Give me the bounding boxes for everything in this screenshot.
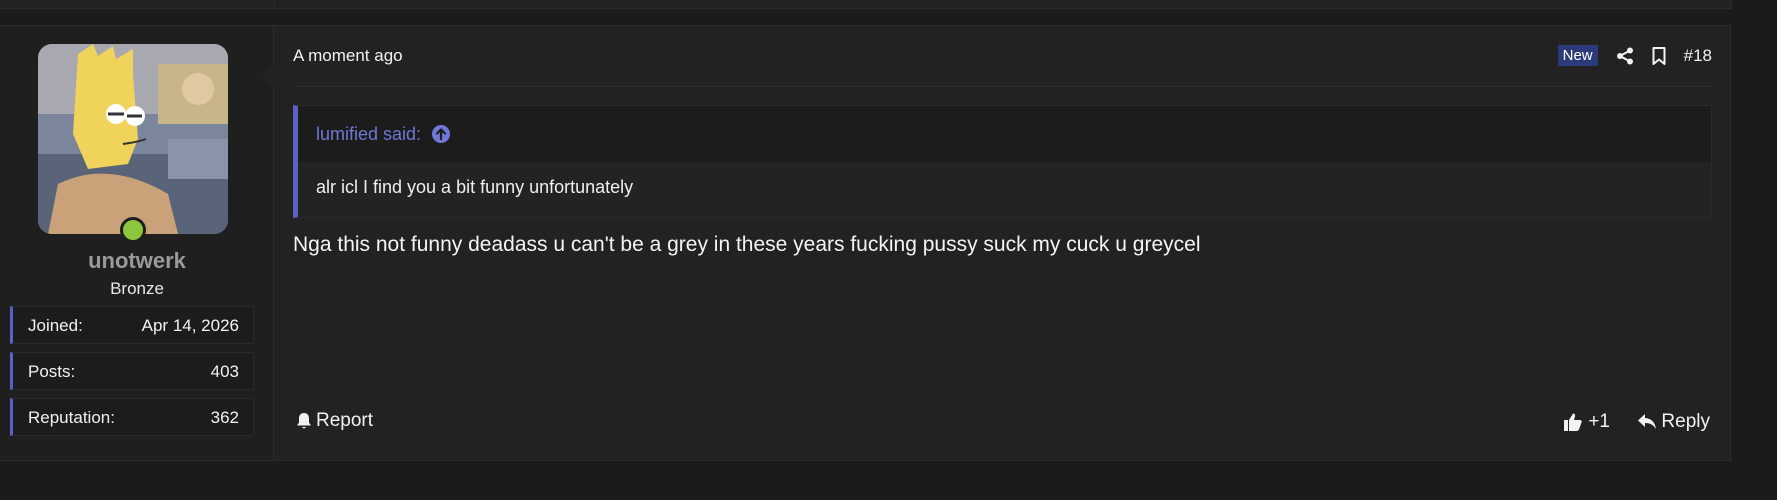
like-count: +1 xyxy=(1588,411,1610,432)
header-divider xyxy=(293,86,1712,87)
forum-post: unotwerk Bronze Joined: Apr 14, 2026 Pos… xyxy=(0,25,1731,461)
jump-to-quote-icon[interactable] xyxy=(431,124,451,144)
share-icon[interactable] xyxy=(1616,47,1634,65)
quote-header[interactable]: lumified said: xyxy=(298,106,1711,162)
like-button[interactable]: +1 xyxy=(1563,411,1610,433)
previous-post-divider xyxy=(274,0,275,9)
new-badge: New xyxy=(1557,45,1598,66)
username[interactable]: unotwerk xyxy=(0,248,274,274)
quote-author[interactable]: lumified said: xyxy=(316,124,421,145)
stat-label: Joined: xyxy=(28,316,83,335)
stat-value: Apr 14, 2026 xyxy=(141,316,239,335)
post-message: Nga this not funny deadass u can't be a … xyxy=(293,233,1201,256)
post-number-link[interactable]: #18 xyxy=(1684,46,1712,66)
online-status-indicator xyxy=(120,217,146,243)
previous-post-edge xyxy=(0,0,1732,9)
report-button[interactable]: Report xyxy=(296,410,373,432)
bell-icon xyxy=(297,413,311,429)
stat-value: 362 xyxy=(210,408,239,427)
reply-label: Reply xyxy=(1661,411,1710,432)
bookmark-icon[interactable] xyxy=(1652,46,1666,65)
stat-joined: Joined: Apr 14, 2026 xyxy=(10,306,254,344)
post-main: A moment ago New #18 lumified said: alr … xyxy=(274,26,1730,460)
post-pointer-arrow xyxy=(261,62,275,90)
avatar-image xyxy=(38,44,228,234)
report-label: Report xyxy=(316,410,374,431)
reply-icon xyxy=(1638,414,1657,429)
quote-text: alr icl I find you a bit funny unfortuna… xyxy=(298,162,1711,217)
post-header-actions: New #18 xyxy=(1557,45,1712,66)
reply-button[interactable]: Reply xyxy=(1637,411,1710,433)
avatar[interactable] xyxy=(38,44,228,234)
thumbs-up-icon xyxy=(1564,413,1583,431)
quote-block: lumified said: alr icl I find you a bit … xyxy=(293,105,1712,218)
stat-label: Reputation: xyxy=(28,408,115,427)
stat-value: 403 xyxy=(210,362,239,381)
user-rank: Bronze xyxy=(110,279,164,298)
stat-posts: Posts: 403 xyxy=(10,352,254,390)
post-date[interactable]: A moment ago xyxy=(293,46,403,66)
stat-label: Posts: xyxy=(28,362,76,381)
stat-reputation: Reputation: 362 xyxy=(10,398,254,436)
user-sidebar: unotwerk Bronze Joined: Apr 14, 2026 Pos… xyxy=(0,26,274,460)
